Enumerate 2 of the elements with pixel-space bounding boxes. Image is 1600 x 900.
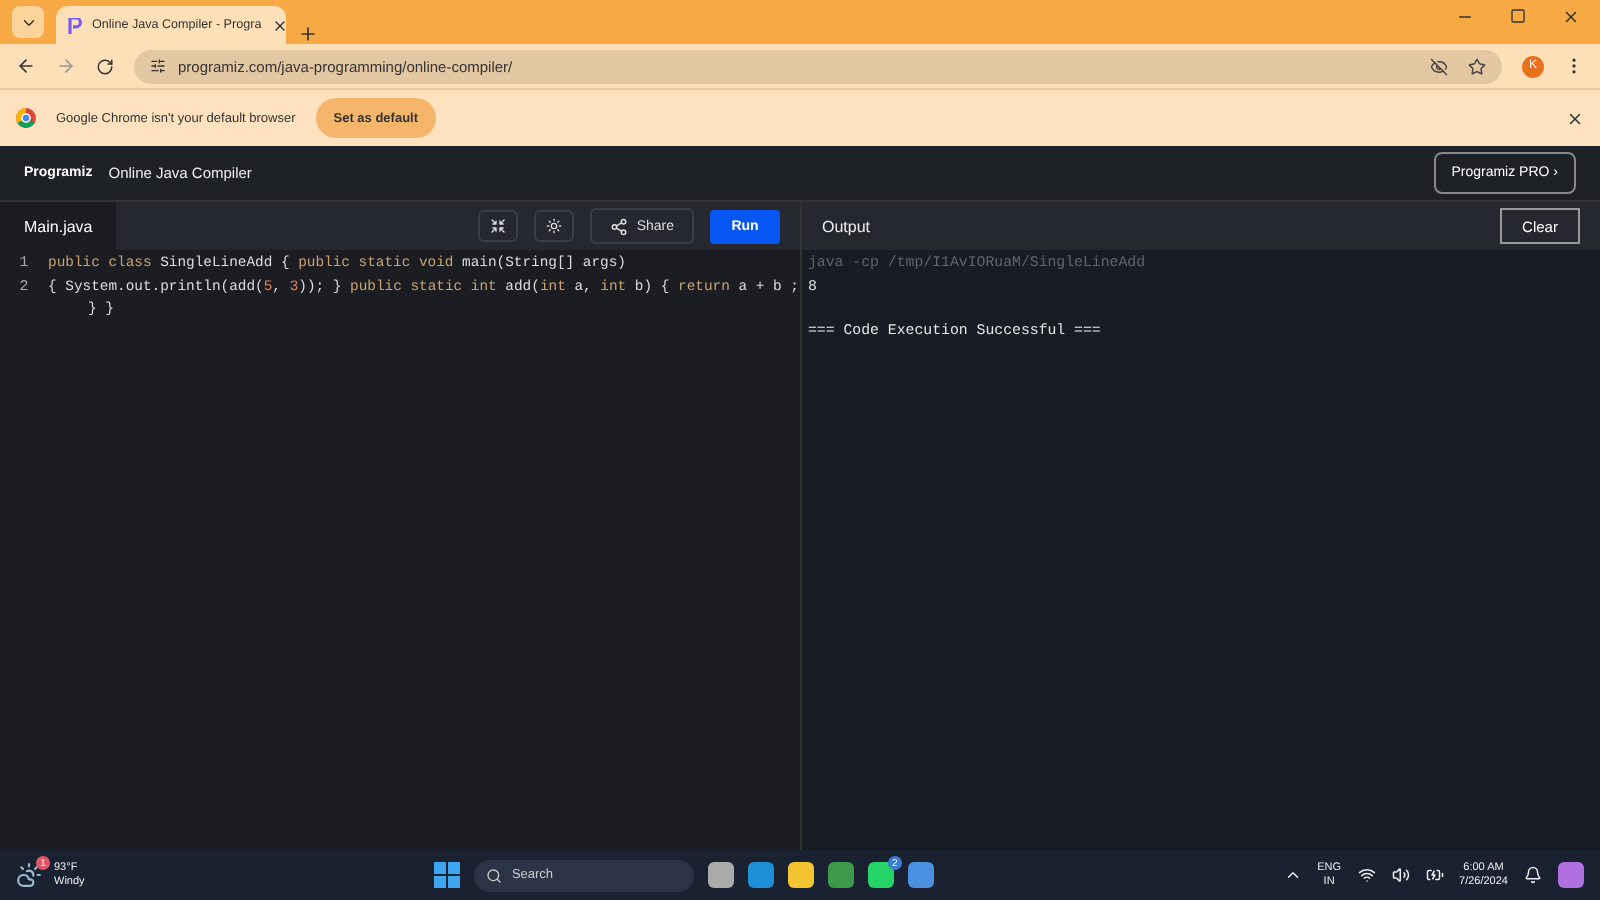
- file-tab[interactable]: Main.java: [0, 202, 117, 250]
- output-title: Output: [822, 217, 871, 235]
